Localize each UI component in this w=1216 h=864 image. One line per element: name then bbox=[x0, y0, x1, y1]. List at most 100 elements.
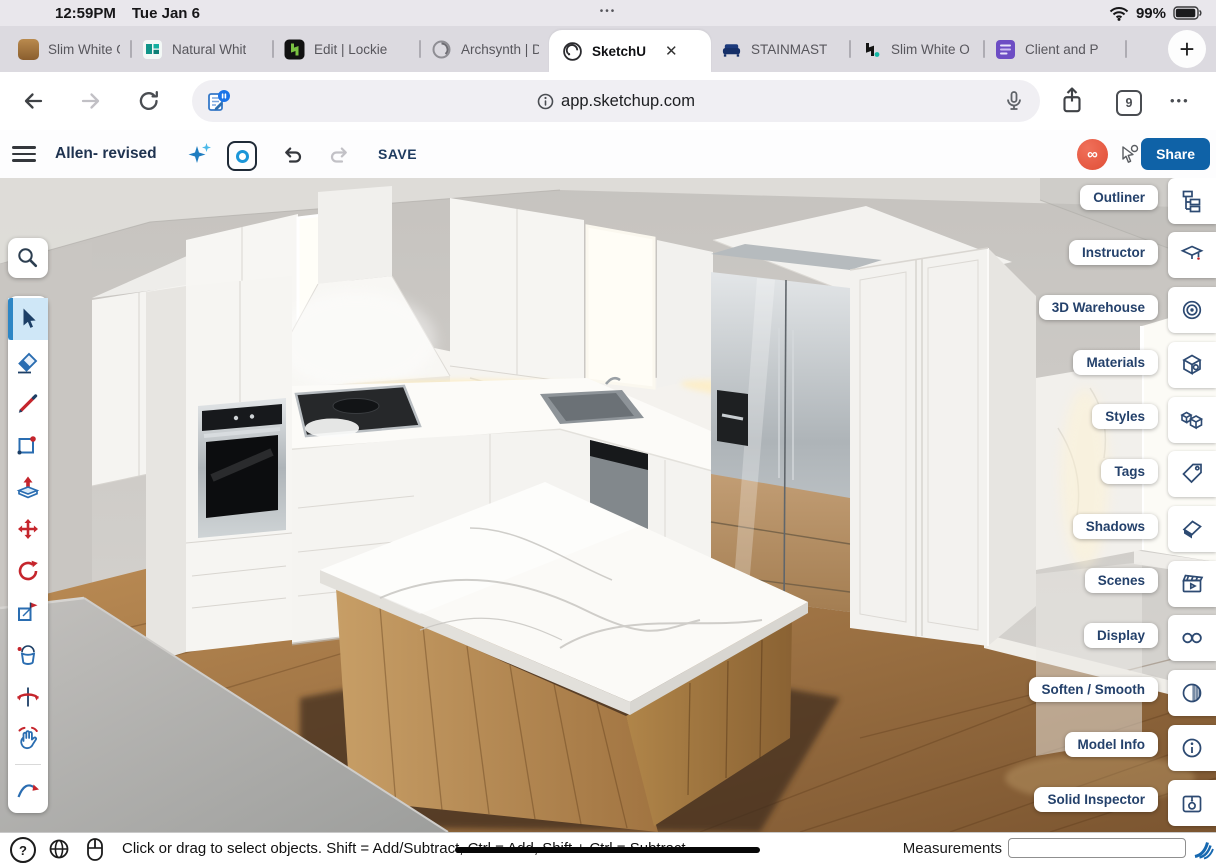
notes-icon bbox=[995, 39, 1016, 60]
panel-button-materials[interactable] bbox=[1168, 342, 1216, 388]
battery-percent: 99% bbox=[1136, 5, 1166, 22]
panel-button-solid-inspector[interactable] bbox=[1168, 780, 1216, 826]
save-button[interactable]: SAVE bbox=[378, 130, 417, 178]
ai-sparkles-icon[interactable] bbox=[186, 141, 214, 167]
collaborator-cursor-icon bbox=[1117, 143, 1141, 167]
eraser-tool-button[interactable] bbox=[8, 340, 48, 382]
select-icon bbox=[15, 306, 41, 332]
tab-stainmaster[interactable]: STAINMAST bbox=[711, 26, 849, 72]
share-icon[interactable] bbox=[1058, 86, 1086, 116]
tool-divider bbox=[15, 764, 41, 765]
new-tab-button[interactable]: + bbox=[1168, 30, 1206, 68]
undo-icon[interactable] bbox=[280, 143, 306, 167]
tab-sketchup-active[interactable]: SketchU ✕ bbox=[549, 30, 711, 72]
styles-icon bbox=[1179, 407, 1205, 433]
panel-label-styles: Styles bbox=[1092, 404, 1158, 429]
model-info-icon bbox=[1179, 735, 1205, 761]
home-indicator[interactable] bbox=[455, 847, 760, 853]
outliner-icon bbox=[1179, 188, 1205, 214]
help-button[interactable]: ? bbox=[10, 837, 36, 863]
move-icon bbox=[15, 516, 41, 542]
display-icon bbox=[1179, 625, 1205, 651]
panel-label-outliner: Outliner bbox=[1080, 185, 1158, 210]
solid-inspector-icon bbox=[1179, 790, 1205, 816]
back-button[interactable] bbox=[20, 88, 46, 114]
close-tab-icon[interactable]: ✕ bbox=[665, 42, 678, 60]
panel-button-tags[interactable] bbox=[1168, 451, 1216, 497]
panel-button-model-info[interactable] bbox=[1168, 725, 1216, 771]
tab-edit-lockie[interactable]: Edit | Lockie bbox=[274, 26, 419, 72]
tab-natural-white[interactable]: Natural Whit bbox=[132, 26, 272, 72]
url-text[interactable]: app.sketchup.com bbox=[561, 92, 695, 111]
panel-button-shadows[interactable] bbox=[1168, 506, 1216, 552]
push-pull-tool-button[interactable] bbox=[8, 466, 48, 508]
panel-button-soften-smooth[interactable] bbox=[1168, 670, 1216, 716]
arc-tool-button[interactable] bbox=[8, 769, 48, 811]
pencil-icon bbox=[15, 390, 41, 416]
mouse-icon bbox=[84, 837, 106, 862]
kitchen-3d-render[interactable] bbox=[0, 178, 1216, 832]
pan-tool-button[interactable] bbox=[8, 718, 48, 760]
ipad-screen: 12:59PM Tue Jan 6 ••• 99% Slim White O N… bbox=[0, 0, 1216, 864]
redo-icon[interactable] bbox=[326, 143, 352, 167]
orbit-icon bbox=[15, 684, 41, 710]
orbit-tool-button[interactable] bbox=[8, 676, 48, 718]
wifi-icon bbox=[1109, 6, 1129, 21]
shapes-tool-button[interactable] bbox=[8, 424, 48, 466]
sketchup-swoosh-icon bbox=[1192, 837, 1216, 861]
record-scan-icon[interactable] bbox=[227, 141, 257, 171]
book-icon bbox=[18, 39, 39, 60]
instructor-icon bbox=[1179, 242, 1205, 268]
multitask-dots-icon: ••• bbox=[0, 6, 1216, 17]
tab-slim-white-2[interactable]: Slim White O bbox=[851, 26, 983, 72]
rotate-icon bbox=[15, 558, 41, 584]
sketchup-logo-icon bbox=[562, 41, 583, 62]
globe-icon[interactable] bbox=[46, 837, 72, 861]
avatar[interactable]: ∞ bbox=[1077, 139, 1108, 170]
panel-button-3d-warehouse[interactable] bbox=[1168, 287, 1216, 333]
swirl-icon bbox=[431, 39, 452, 60]
eraser-icon bbox=[15, 348, 41, 374]
panel-label-soften-smooth: Soften / Smooth bbox=[1029, 677, 1159, 702]
tab-switcher-button[interactable]: 9 bbox=[1116, 90, 1142, 116]
panel-button-instructor[interactable] bbox=[1168, 232, 1216, 278]
panel-button-display[interactable] bbox=[1168, 615, 1216, 661]
browser-menu-icon[interactable]: ••• bbox=[1170, 86, 1190, 116]
sofa-icon bbox=[721, 39, 742, 60]
address-bar[interactable]: app.sketchup.com bbox=[192, 80, 1040, 122]
tab-archsynth[interactable]: Archsynth | D bbox=[421, 26, 549, 72]
rotate-tool-button[interactable] bbox=[8, 550, 48, 592]
zoom-tool-button[interactable] bbox=[8, 238, 48, 278]
move-tool-button[interactable] bbox=[8, 508, 48, 550]
tab-slim-white-1[interactable]: Slim White O bbox=[8, 26, 130, 72]
select-tool-button[interactable] bbox=[8, 298, 48, 340]
panel-button-scenes[interactable] bbox=[1168, 561, 1216, 607]
panel-label-tags: Tags bbox=[1101, 459, 1158, 484]
share-button[interactable]: Share bbox=[1141, 138, 1210, 170]
site-info-icon[interactable] bbox=[537, 93, 554, 110]
paint-bucket-icon bbox=[15, 642, 41, 668]
panel-label-3d-warehouse: 3D Warehouse bbox=[1039, 295, 1158, 320]
tape-measure-icon bbox=[15, 600, 41, 626]
panel-label-display: Display bbox=[1084, 623, 1158, 648]
tab-client[interactable]: Client and P bbox=[985, 26, 1125, 72]
materials-icon bbox=[1179, 352, 1205, 378]
reload-button[interactable] bbox=[136, 88, 162, 114]
browser-tab-bar: Slim White O Natural Whit Edit | Lockie … bbox=[0, 26, 1216, 72]
model-title[interactable]: Allen- revised bbox=[55, 130, 157, 178]
forward-button[interactable] bbox=[78, 88, 104, 114]
measurements-input[interactable] bbox=[1008, 838, 1186, 858]
houzz-pro-icon bbox=[861, 39, 882, 60]
paint-bucket-tool-button[interactable] bbox=[8, 634, 48, 676]
sketchup-toolbar: Allen- revised SAVE ∞ Share bbox=[0, 130, 1216, 179]
menu-icon[interactable] bbox=[12, 146, 36, 162]
tags-icon bbox=[1179, 461, 1205, 487]
model-viewport[interactable]: Outliner Instructor 3D Warehouse Materia… bbox=[0, 178, 1216, 832]
panel-button-styles[interactable] bbox=[1168, 397, 1216, 443]
tab-separator bbox=[1125, 40, 1127, 58]
measurements-label: Measurements bbox=[903, 833, 1002, 864]
pencil-tool-button[interactable] bbox=[8, 382, 48, 424]
panel-button-outliner[interactable] bbox=[1168, 178, 1216, 224]
tape-measure-tool-button[interactable] bbox=[8, 592, 48, 634]
voice-search-icon[interactable] bbox=[1002, 89, 1026, 113]
